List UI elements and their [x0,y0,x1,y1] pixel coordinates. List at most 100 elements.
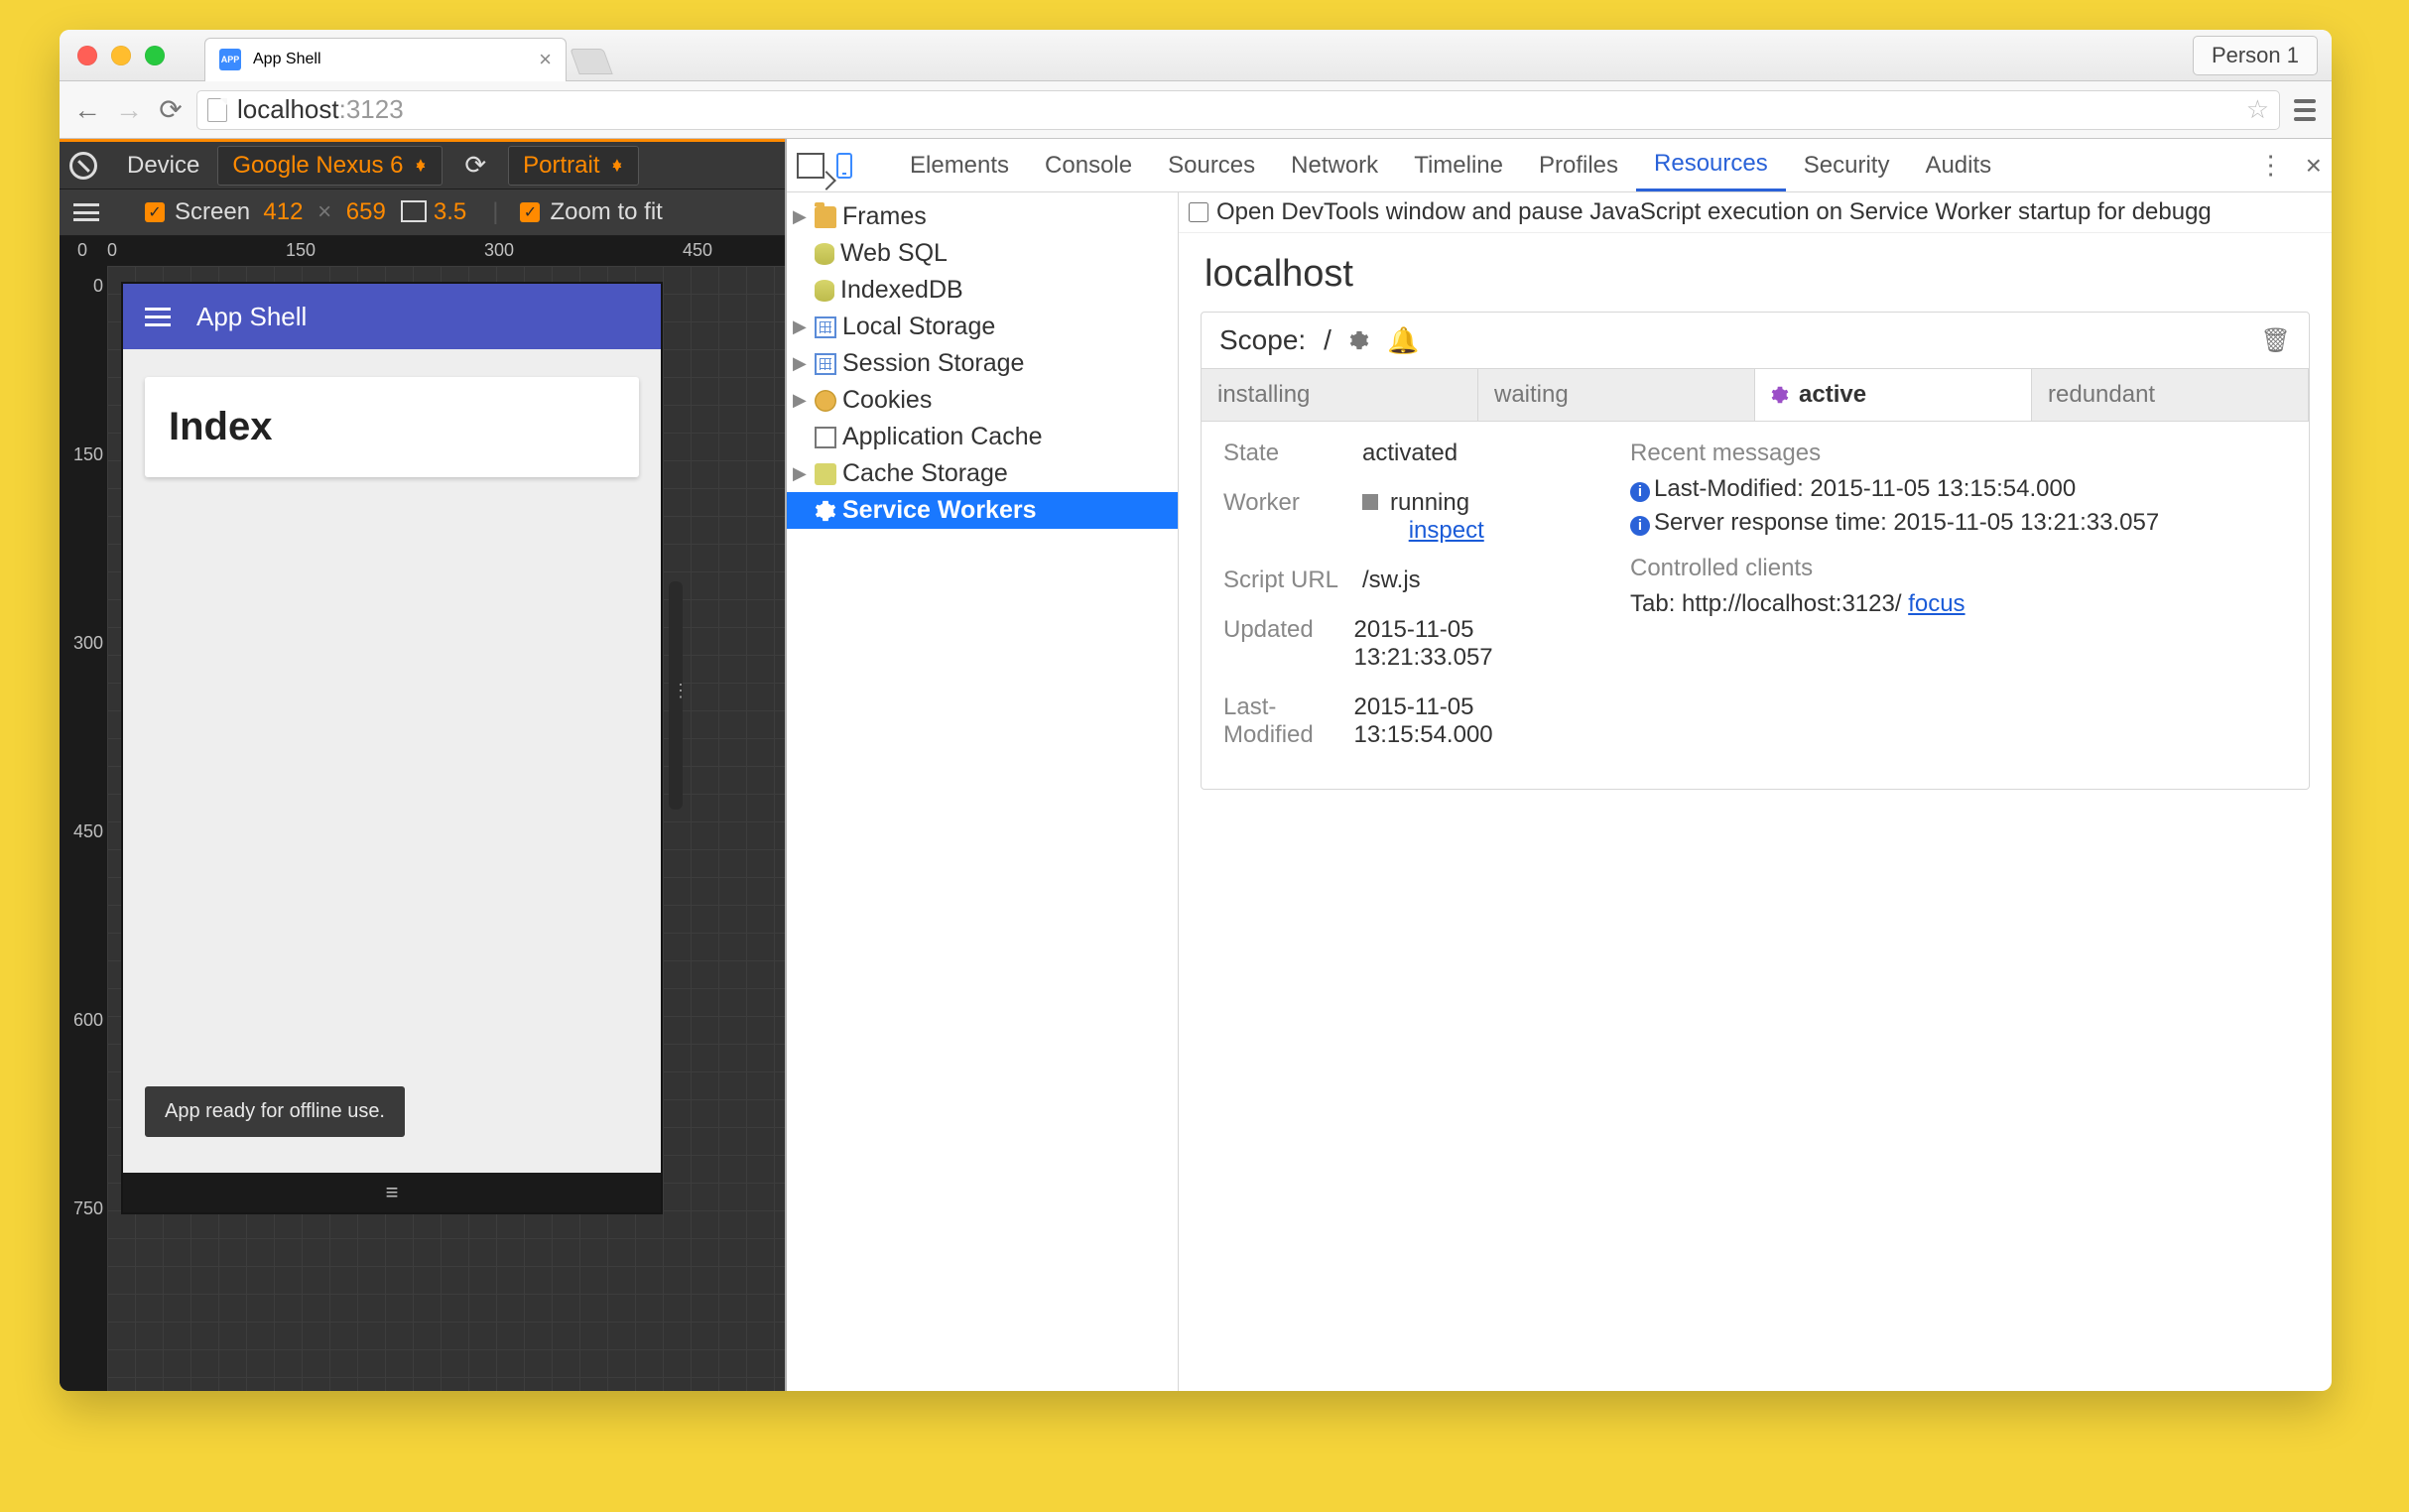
tab-resources[interactable]: Resources [1636,139,1786,191]
forward-button[interactable]: → [113,94,145,126]
pause-on-start-option[interactable]: Open DevTools window and pause JavaScrip… [1179,192,2332,233]
ruler-origin: 0 [77,240,87,261]
ruler-h-450: 450 [683,240,712,261]
clients-label: Controlled clients [1630,555,2287,582]
worker-inspect-link[interactable]: inspect [1409,517,1484,544]
inspect-element-icon[interactable] [797,153,824,179]
ruler-h-0: 0 [107,240,117,261]
tab-profiles[interactable]: Profiles [1521,139,1636,191]
close-tab-icon[interactable]: × [539,47,552,72]
minimize-window-icon[interactable] [111,46,131,65]
new-tab-button[interactable] [570,49,612,74]
screen-checkbox[interactable]: ✓ [145,202,165,222]
bell-icon[interactable]: 🔔 [1387,325,1419,356]
page-icon [207,98,227,122]
screen-height[interactable]: 659 [346,198,386,226]
browser-tab[interactable]: APP App Shell × [204,38,567,81]
app-title: App Shell [196,302,307,332]
tree-frames[interactable]: ▶Frames [787,198,1178,235]
devtools-close-icon[interactable]: × [2306,150,2322,182]
tab-audits[interactable]: Audits [1907,139,2009,191]
toast: App ready for offline use. [145,1086,405,1137]
tree-websql[interactable]: Web SQL [787,235,1178,272]
tree-app-cache[interactable]: Application Cache [787,419,1178,455]
message-row: iLast-Modified: 2015-11-05 13:15:54.000 [1630,475,2287,503]
zoom-label: Zoom to fit [550,198,662,226]
info-icon: i [1630,482,1650,502]
trash-icon[interactable]: 🗑 [2261,326,2291,355]
hamburger-icon[interactable] [145,308,171,326]
screen-width[interactable]: 412 [263,198,303,226]
worker-status: running [1390,489,1469,516]
bookmark-icon[interactable]: ☆ [2246,94,2269,125]
emulated-device: App Shell Index App ready for offline us… [121,282,663,1214]
no-throttling-icon[interactable] [69,152,97,180]
rotate-icon[interactable]: ⟳ [464,150,486,181]
toggle-device-icon[interactable] [836,153,852,179]
tab-network[interactable]: Network [1273,139,1396,191]
tab-sources[interactable]: Sources [1150,139,1273,191]
tree-indexeddb[interactable]: IndexedDB [787,272,1178,309]
tab-security[interactable]: Security [1786,139,1908,191]
devtools-tabs: Elements Console Sources Network Timelin… [787,139,2332,192]
sw-props: Stateactivated Worker running inspect Sc… [1223,440,1600,771]
profile-button[interactable]: Person 1 [2193,36,2318,75]
state-tab-installing[interactable]: installing [1202,369,1478,421]
zoom-checkbox[interactable]: ✓ [520,202,540,222]
updated-label: Updated [1223,616,1332,672]
orientation-select[interactable]: Portrait ▲▼ [508,146,639,186]
sw-messages: Recent messages iLast-Modified: 2015-11-… [1630,440,2287,771]
tree-label: Cookies [842,386,932,415]
main-area: Device Google Nexus 6 ▲▼ ⟳ Portrait ▲▼ ✓… [60,139,2332,1391]
url-bar: ← → ⟳ localhost:3123 ☆ [60,81,2332,139]
tree-service-workers[interactable]: Service Workers [787,492,1178,529]
tree-session-storage[interactable]: ▶Session Storage [787,345,1178,382]
url-port: :3123 [339,94,404,124]
recent-messages-label: Recent messages [1630,440,2287,467]
settings-gear-icon[interactable] [1349,330,1369,350]
device-toolbar: Device Google Nexus 6 ▲▼ ⟳ Portrait ▲▼ [60,139,785,189]
maximize-window-icon[interactable] [145,46,165,65]
titlebar: APP App Shell × Person 1 [60,30,2332,81]
client-focus-link[interactable]: focus [1908,590,1965,617]
updated-value: 2015-11-05 13:21:33.057 [1354,616,1601,672]
tree-cookies[interactable]: ▶Cookies [787,382,1178,419]
tab-elements[interactable]: Elements [892,139,1027,191]
ruler-h-300: 300 [484,240,514,261]
device-select[interactable]: Google Nexus 6 ▲▼ [217,146,443,186]
card-title: Index [169,405,615,449]
sw-state-tabs: installing waiting active redundant [1202,369,2309,422]
state-tab-redundant[interactable]: redundant [2032,369,2309,421]
worker-label: Worker [1223,489,1340,545]
swap-icon[interactable] [73,203,99,221]
resources-tree: ▶Frames Web SQL IndexedDB ▶Local Storage… [787,192,1179,1391]
tree-cache-storage[interactable]: ▶Cache Storage [787,455,1178,492]
back-button[interactable]: ← [71,94,103,126]
close-window-icon[interactable] [77,46,97,65]
dpr-group: 3.5 [404,198,466,226]
state-tab-waiting[interactable]: waiting [1478,369,1755,421]
chevron-updown-icon: ▲▼ [413,162,428,170]
chevron-updown-icon: ▲▼ [609,162,624,170]
dpr-value[interactable]: 3.5 [434,198,466,226]
scrollbar[interactable] [669,581,683,810]
devtools-menu-icon[interactable]: ⋮ [2258,150,2284,181]
tree-local-storage[interactable]: ▶Local Storage [787,309,1178,345]
pause-checkbox[interactable] [1189,202,1208,222]
device-mode-panel: Device Google Nexus 6 ▲▼ ⟳ Portrait ▲▼ ✓… [60,139,787,1391]
message-text: Server response time: 2015-11-05 13:21:3… [1654,509,2159,536]
device-viewport: 0 0 150 300 450 0 150 300 450 600 750 [60,236,785,1391]
ruler-v-300: 300 [73,633,103,654]
client-url: Tab: http://localhost:3123/ [1630,590,1908,617]
state-tab-active[interactable]: active [1755,369,2032,421]
tree-label: Application Cache [842,423,1043,451]
address-input[interactable]: localhost:3123 ☆ [196,90,2280,130]
reload-button[interactable]: ⟳ [155,93,187,126]
dpr-icon [404,203,426,221]
zoom-group: ✓ Zoom to fit [520,198,662,226]
chrome-menu-icon[interactable] [2290,95,2320,125]
tree-label: Cache Storage [842,459,1008,488]
screen-label: Screen [175,198,250,226]
tab-timeline[interactable]: Timeline [1396,139,1521,191]
tab-console[interactable]: Console [1027,139,1150,191]
